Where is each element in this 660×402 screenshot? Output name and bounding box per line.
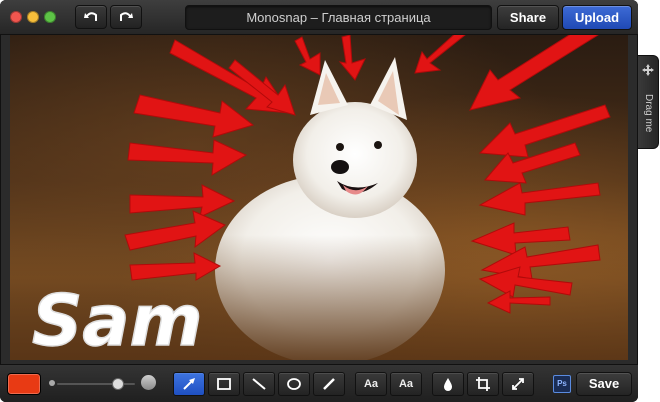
title-bar: Monosnap – Главная страница Share Upload <box>0 0 638 35</box>
drag-handle[interactable]: Drag me <box>638 55 659 149</box>
tools-toolbar: Aa Aa Ps Save <box>0 364 638 402</box>
undo-button[interactable] <box>75 5 107 29</box>
share-button[interactable]: Share <box>497 5 559 30</box>
minimize-window-button[interactable] <box>27 11 39 23</box>
move-icon <box>642 64 654 76</box>
ellipse-tool[interactable] <box>278 372 310 396</box>
blur-icon <box>444 378 452 391</box>
resize-tool[interactable] <box>502 372 534 396</box>
arrow-icon <box>183 378 195 390</box>
line-icon <box>252 378 266 390</box>
photoshop-export-button[interactable]: Ps <box>553 375 571 393</box>
arrow-tool[interactable] <box>173 372 205 396</box>
redo-button[interactable] <box>110 5 142 29</box>
crop-tool[interactable] <box>467 372 499 396</box>
rectangle-tool[interactable] <box>208 372 240 396</box>
drag-handle-label: Drag me <box>643 93 654 133</box>
upload-button[interactable]: Upload <box>562 5 632 30</box>
pen-icon <box>323 378 335 390</box>
close-window-button[interactable] <box>10 11 22 23</box>
zoom-window-button[interactable] <box>44 11 56 23</box>
text-tool[interactable]: Aa <box>355 372 387 396</box>
app-window: Monosnap – Главная страница Share Upload <box>0 0 638 402</box>
image-content: Sam <box>10 35 628 360</box>
screenshot-canvas[interactable]: Sam <box>10 35 628 360</box>
line-tool[interactable] <box>243 372 275 396</box>
text-outline-tool[interactable]: Aa <box>390 372 422 396</box>
redo-icon <box>120 12 133 21</box>
resize-icon <box>512 378 524 390</box>
brush-size-max-icon <box>141 375 156 390</box>
window-title[interactable]: Monosnap – Главная страница <box>185 5 492 30</box>
brush-size-knob[interactable] <box>112 378 124 390</box>
brush-size-min-icon <box>49 380 55 386</box>
handwritten-label: Sam <box>32 280 203 360</box>
save-button[interactable]: Save <box>576 372 632 396</box>
blur-tool[interactable] <box>432 372 464 396</box>
undo-icon <box>84 12 97 21</box>
crop-icon <box>476 377 490 391</box>
pen-tool[interactable] <box>313 372 345 396</box>
color-swatch[interactable] <box>7 373 41 395</box>
ellipse-icon <box>287 378 301 390</box>
rectangle-icon <box>217 378 231 390</box>
